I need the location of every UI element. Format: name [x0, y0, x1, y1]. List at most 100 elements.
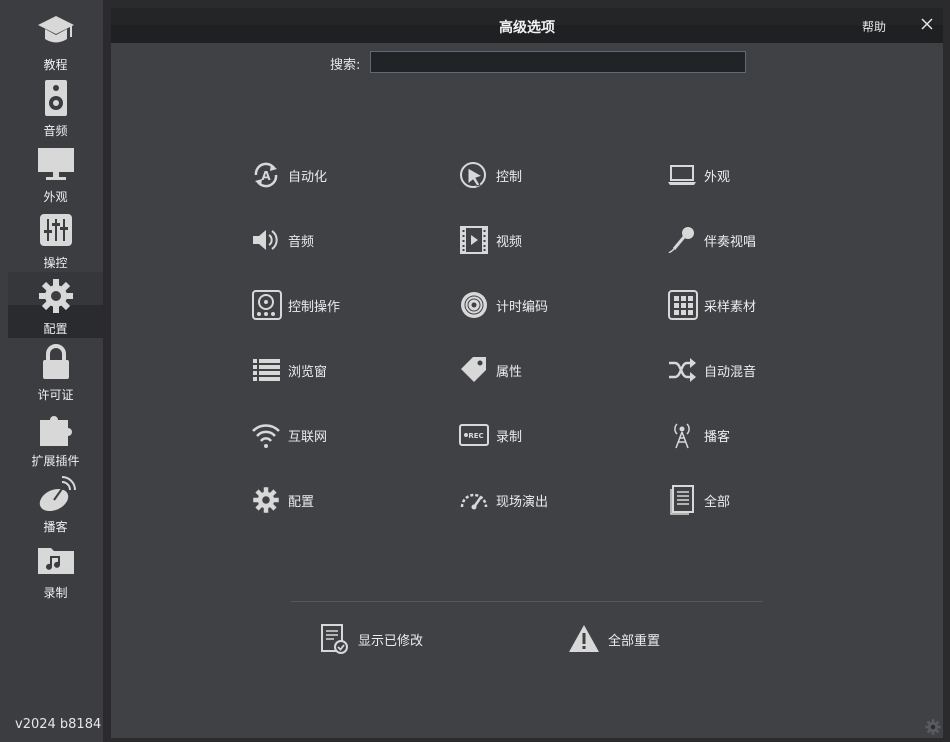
document-icon [666, 485, 698, 515]
option-label: 伴奏视唱 [704, 234, 757, 250]
tag-icon [458, 355, 490, 385]
gear-icon [36, 276, 76, 316]
option-control[interactable]: 控制 [458, 160, 522, 190]
cursor-click-icon [458, 160, 490, 190]
wifi-icon [250, 420, 282, 450]
divider [291, 601, 763, 602]
option-label: 现场演出 [496, 494, 549, 510]
lock-icon [36, 342, 76, 382]
antenna-icon [666, 420, 698, 450]
option-label: 互联网 [288, 429, 328, 445]
microphone-icon [666, 225, 698, 255]
option-all[interactable]: 全部 [666, 485, 730, 515]
option-internet[interactable]: 互联网 [250, 420, 327, 450]
option-label: 自动混音 [704, 364, 757, 380]
option-label: 控制操作 [288, 299, 341, 315]
turntable-icon [250, 290, 282, 320]
advanced-options-dialog: 高级选项 帮助 搜索: A 自动化 控制 外观 音频 视频 伴奏视唱 控制操作 … [111, 8, 943, 738]
option-appearance[interactable]: 外观 [666, 160, 730, 190]
sampler-pads-icon [666, 290, 698, 320]
settings-corner-button[interactable] [924, 718, 942, 736]
version-label: v2024 b8184 [15, 717, 102, 732]
option-label: 视频 [496, 234, 523, 250]
sidebar-item-label: 配置 [43, 322, 68, 336]
option-label: 音频 [288, 234, 315, 250]
option-automix[interactable]: 自动混音 [666, 355, 756, 385]
sidebar-item-config[interactable]: 配置 [8, 272, 103, 338]
svg-text:REC: REC [468, 432, 483, 440]
option-browser[interactable]: 浏览窗 [250, 355, 327, 385]
option-label: 配置 [288, 494, 315, 510]
close-icon [921, 18, 933, 30]
film-icon [458, 225, 490, 255]
sidebar-item-plugins[interactable]: 扩展插件 [8, 404, 103, 470]
option-recording[interactable]: REC 录制 [458, 420, 522, 450]
search-input[interactable] [370, 51, 746, 73]
option-control-operation[interactable]: 控制操作 [250, 290, 340, 320]
option-audio[interactable]: 音频 [250, 225, 314, 255]
option-live-performance[interactable]: 现场演出 [458, 485, 548, 515]
list-icon [250, 355, 282, 385]
sidebar-item-label: 操控 [43, 256, 68, 270]
broadcast-dish-icon [36, 474, 76, 514]
title-bar: 高级选项 帮助 [111, 8, 943, 43]
option-automation[interactable]: A 自动化 [250, 160, 327, 190]
laptop-icon [666, 160, 698, 190]
sidebar-item-label: 扩展插件 [31, 454, 80, 468]
help-button[interactable]: 帮助 [862, 18, 886, 35]
sidebar-item-podcast[interactable]: 播客 [8, 470, 103, 536]
sidebar: 教程 音频 外观 操控 配置 许可证 扩展插件 播客 录制 v2024 b818… [0, 0, 104, 742]
sidebar-item-controls[interactable]: 操控 [8, 206, 103, 272]
option-sampler[interactable]: 采样素材 [666, 290, 756, 320]
volume-icon [250, 225, 282, 255]
option-video[interactable]: 视频 [458, 225, 522, 255]
reset-all-label: 全部重置 [608, 633, 661, 649]
option-timecode[interactable]: 计时编码 [458, 290, 548, 320]
option-label: 播客 [704, 429, 731, 445]
monitor-icon [36, 144, 76, 184]
sidebar-item-appearance[interactable]: 外观 [8, 140, 103, 206]
sidebar-item-label: 播客 [43, 520, 68, 534]
gear-icon [250, 485, 282, 515]
dialog-title: 高级选项 [499, 20, 555, 36]
option-label: 控制 [496, 169, 523, 185]
sidebar-item-label: 许可证 [37, 388, 74, 402]
option-label: 录制 [496, 429, 523, 445]
gear-icon [925, 719, 941, 735]
option-config[interactable]: 配置 [250, 485, 314, 515]
option-label: 自动化 [288, 169, 328, 185]
warning-icon [568, 623, 600, 655]
option-label: 全部 [704, 494, 731, 510]
sidebar-item-label: 录制 [43, 586, 68, 600]
sidebar-item-label: 外观 [43, 190, 68, 204]
search-label: 搜索: [330, 58, 361, 73]
gauge-icon [458, 485, 490, 515]
sidebar-item-audio[interactable]: 音频 [8, 74, 103, 140]
option-label: 属性 [496, 364, 523, 380]
reset-all-button[interactable]: 全部重置 [568, 622, 660, 656]
automation-icon: A [250, 160, 282, 190]
document-check-icon [318, 623, 350, 655]
music-folder-icon [36, 540, 76, 580]
puzzle-icon [36, 408, 76, 448]
speaker-icon [36, 78, 76, 118]
sidebar-item-label: 教程 [43, 58, 68, 72]
mixer-sliders-icon [36, 210, 76, 250]
graduation-cap-icon [36, 12, 76, 52]
show-modified-label: 显示已修改 [358, 633, 424, 649]
option-karaoke[interactable]: 伴奏视唱 [666, 225, 756, 255]
shuffle-icon [666, 355, 698, 385]
sidebar-item-license[interactable]: 许可证 [8, 338, 103, 404]
close-button[interactable] [917, 14, 937, 34]
option-properties[interactable]: 属性 [458, 355, 522, 385]
sidebar-item-label: 音频 [43, 124, 68, 138]
option-label: 浏览窗 [288, 364, 328, 380]
rec-icon: REC [458, 420, 490, 450]
sidebar-item-recording[interactable]: 录制 [8, 536, 103, 602]
show-modified-button[interactable]: 显示已修改 [318, 622, 423, 656]
option-label: 计时编码 [496, 299, 549, 315]
svg-text:A: A [261, 169, 271, 183]
sidebar-item-tutorial[interactable]: 教程 [8, 8, 103, 74]
option-label: 采样素材 [704, 299, 757, 315]
option-podcast[interactable]: 播客 [666, 420, 730, 450]
